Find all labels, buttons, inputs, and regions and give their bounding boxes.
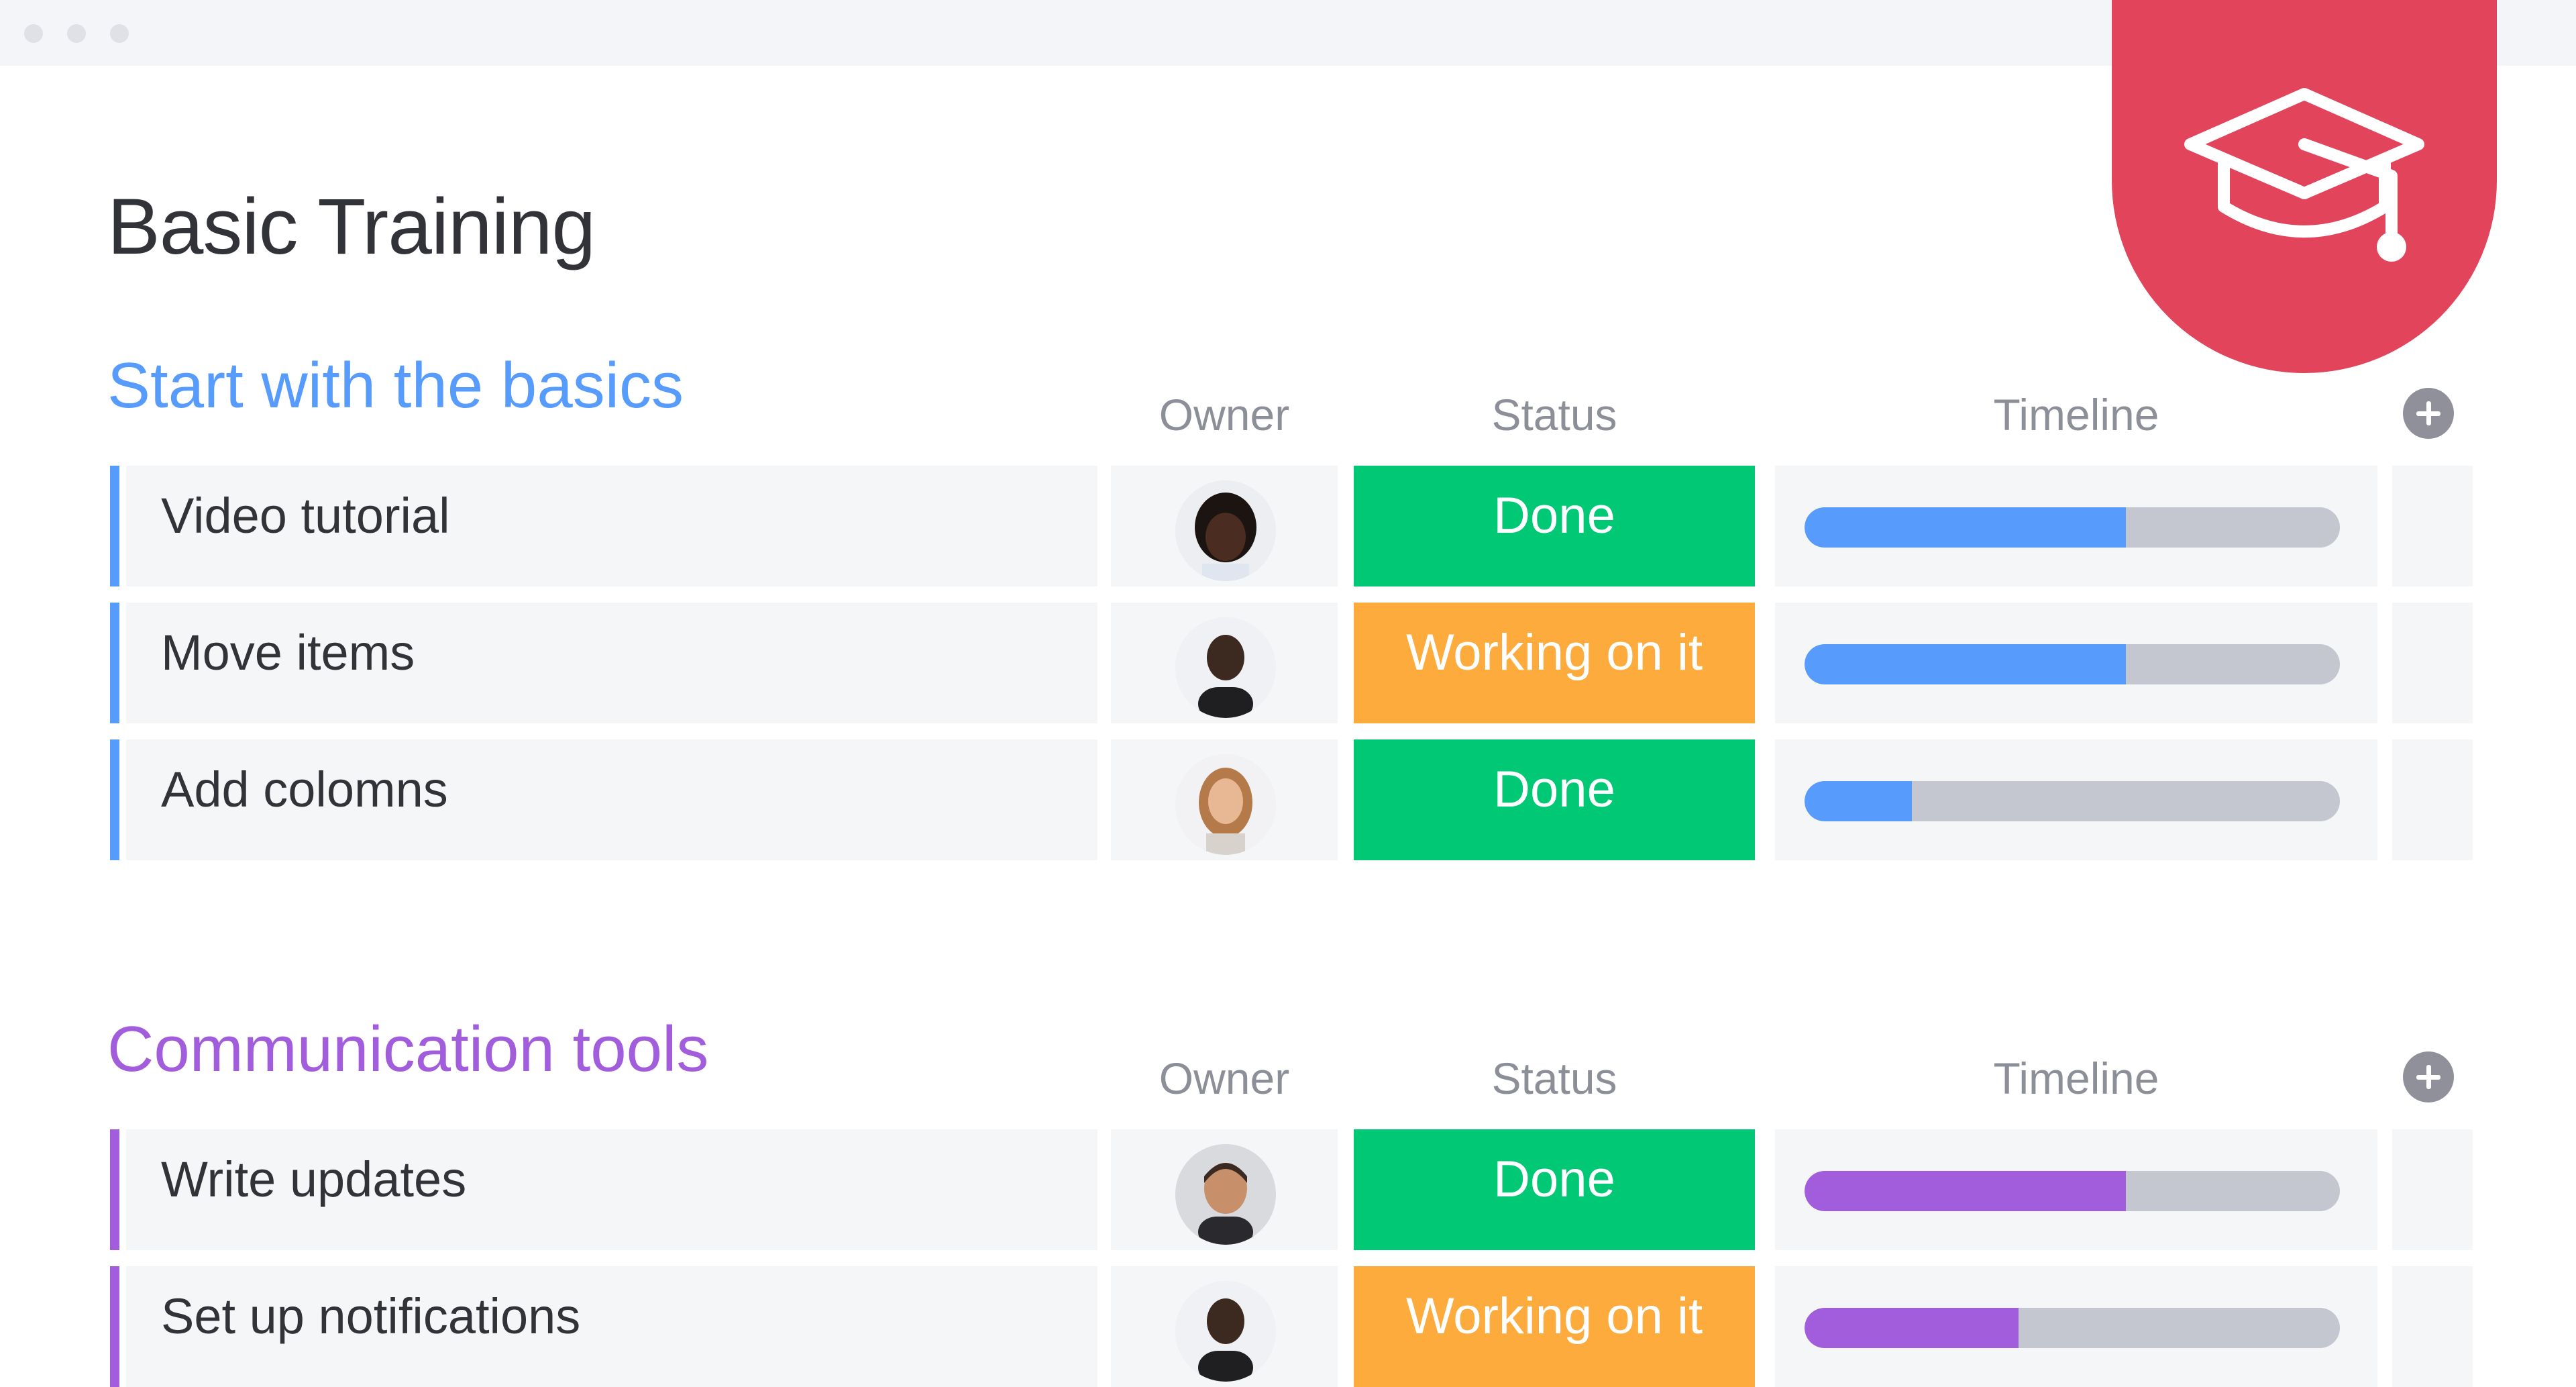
window-dot-icon — [110, 24, 129, 43]
avatar[interactable] — [1175, 617, 1276, 718]
status-cell[interactable]: Done — [1354, 739, 1755, 860]
timeline-cell[interactable] — [1775, 603, 2377, 723]
status-cell[interactable]: Working on it — [1354, 603, 1755, 723]
timeline-cell[interactable] — [1775, 466, 2377, 586]
timeline-cell[interactable] — [1775, 1129, 2377, 1250]
window-dot-icon — [67, 24, 86, 43]
column-header-owner[interactable]: Owner — [1111, 389, 1338, 440]
timeline-bar — [1805, 644, 2340, 684]
timeline-progress — [1805, 781, 1912, 821]
group-color-bar — [110, 1266, 119, 1387]
timeline-bar — [1805, 1308, 2340, 1348]
avatar[interactable] — [1175, 1144, 1276, 1245]
item-name-cell[interactable]: Set up notifications — [110, 1266, 1097, 1387]
owner-cell[interactable] — [1111, 603, 1338, 723]
item-name: Set up notifications — [161, 1288, 581, 1344]
timeline-progress — [1805, 644, 2126, 684]
table-row[interactable]: Set up notifications Working on it — [0, 1266, 2576, 1387]
group-color-bar — [110, 739, 119, 860]
avatar[interactable] — [1175, 1281, 1276, 1382]
item-name-cell[interactable]: Write updates — [110, 1129, 1097, 1250]
timeline-bar — [1805, 781, 2340, 821]
status-cell[interactable]: Done — [1354, 466, 1755, 586]
item-name-cell[interactable]: Move items — [110, 603, 1097, 723]
column-header-timeline[interactable]: Timeline — [1775, 1053, 2377, 1104]
avatar[interactable] — [1175, 480, 1276, 581]
timeline-progress — [1805, 1171, 2126, 1211]
table-row[interactable]: Video tutorial Done — [0, 466, 2576, 586]
add-column-icon[interactable] — [2403, 1051, 2454, 1102]
add-column-icon[interactable] — [2403, 388, 2454, 439]
timeline-progress — [1805, 507, 2126, 548]
group-color-bar — [110, 1129, 119, 1250]
column-header-status[interactable]: Status — [1354, 389, 1755, 440]
item-name-cell[interactable]: Video tutorial — [110, 466, 1097, 586]
board-title: Basic Training — [107, 183, 596, 271]
item-name: Video tutorial — [161, 488, 450, 544]
training-badge — [2112, 0, 2497, 373]
status-cell[interactable]: Working on it — [1354, 1266, 1755, 1387]
column-header-status[interactable]: Status — [1354, 1053, 1755, 1104]
column-header-timeline[interactable]: Timeline — [1775, 389, 2377, 440]
owner-cell[interactable] — [1111, 739, 1338, 860]
empty-cell[interactable] — [2392, 1266, 2473, 1387]
item-name-cell[interactable]: Add colomns — [110, 739, 1097, 860]
owner-cell[interactable] — [1111, 1266, 1338, 1387]
timeline-cell[interactable] — [1775, 1266, 2377, 1387]
group-color-bar — [110, 466, 119, 586]
item-name: Add colomns — [161, 762, 448, 817]
table-row[interactable]: Write updates Done — [0, 1129, 2576, 1250]
timeline-bar — [1805, 1171, 2340, 1211]
owner-cell[interactable] — [1111, 1129, 1338, 1250]
owner-cell[interactable] — [1111, 466, 1338, 586]
item-name: Write updates — [161, 1151, 467, 1207]
avatar[interactable] — [1175, 754, 1276, 855]
empty-cell[interactable] — [2392, 603, 2473, 723]
group-color-bar — [110, 603, 119, 723]
timeline-bar — [1805, 507, 2340, 548]
table-row[interactable]: Move items Working on it — [0, 603, 2576, 723]
column-header-owner[interactable]: Owner — [1111, 1053, 1338, 1104]
group-title[interactable]: Communication tools — [107, 1013, 708, 1086]
graduation-cap-icon — [2184, 88, 2424, 262]
timeline-progress — [1805, 1308, 2019, 1348]
status-cell[interactable]: Done — [1354, 1129, 1755, 1250]
item-name: Move items — [161, 625, 415, 680]
window-dot-icon — [24, 24, 43, 43]
empty-cell[interactable] — [2392, 739, 2473, 860]
group-title[interactable]: Start with the basics — [107, 349, 684, 423]
empty-cell[interactable] — [2392, 466, 2473, 586]
table-row[interactable]: Add colomns Done — [0, 739, 2576, 860]
empty-cell[interactable] — [2392, 1129, 2473, 1250]
timeline-cell[interactable] — [1775, 739, 2377, 860]
